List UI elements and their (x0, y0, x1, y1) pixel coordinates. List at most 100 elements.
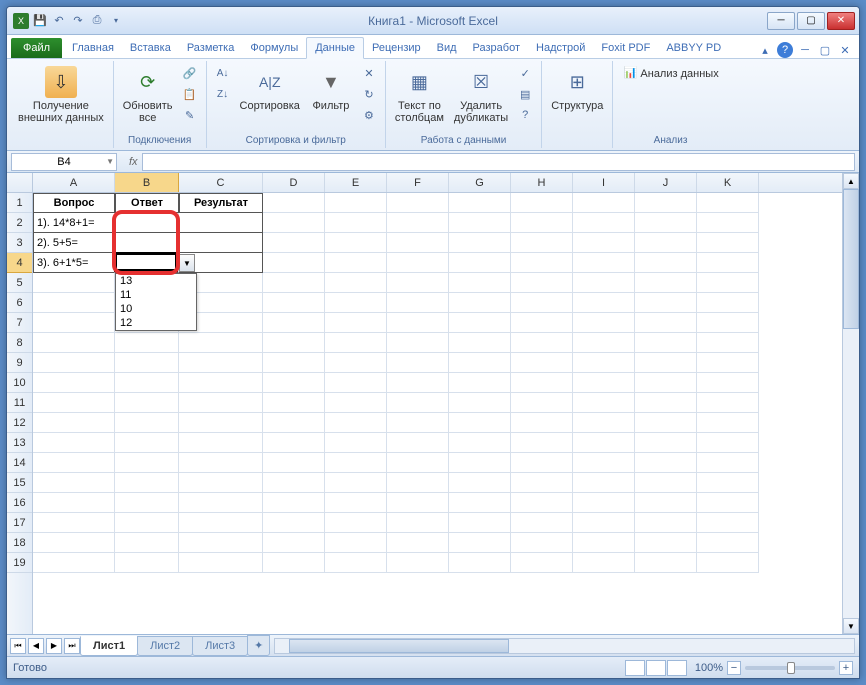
cell-I13[interactable] (573, 433, 635, 453)
zoom-level[interactable]: 100% (695, 662, 723, 674)
cell-I19[interactable] (573, 553, 635, 573)
cell-D9[interactable] (263, 353, 325, 373)
cell-G4[interactable] (449, 253, 511, 273)
row-header-14[interactable]: 14 (7, 453, 32, 473)
get-external-data-button[interactable]: ⇩ Получение внешних данных (15, 63, 107, 127)
sort-desc-icon[interactable]: Z↓ (213, 84, 233, 104)
scroll-up-icon[interactable]: ▲ (843, 173, 859, 189)
data-analysis-button[interactable]: 📊 Анализ данных (619, 63, 721, 85)
clear-filter-icon[interactable]: ✕ (359, 63, 379, 83)
cell-C10[interactable] (179, 373, 263, 393)
sheet-tab-1[interactable]: Лист1 (80, 636, 138, 656)
cell-G7[interactable] (449, 313, 511, 333)
row-header-16[interactable]: 16 (7, 493, 32, 513)
cell-H19[interactable] (511, 553, 573, 573)
col-header-F[interactable]: F (387, 173, 449, 192)
cell-K8[interactable] (697, 333, 759, 353)
view-break-icon[interactable] (667, 660, 687, 676)
row-header-12[interactable]: 12 (7, 413, 32, 433)
refresh-all-button[interactable]: ⟳ Обновить все (120, 63, 176, 127)
cell-dropdown-arrow[interactable]: ▼ (179, 254, 195, 272)
cell-J12[interactable] (635, 413, 697, 433)
cell-I3[interactable] (573, 233, 635, 253)
cell-B3[interactable] (115, 233, 179, 253)
cell-H16[interactable] (511, 493, 573, 513)
sheet-next-icon[interactable]: ▶ (46, 638, 62, 654)
cell-D7[interactable] (263, 313, 325, 333)
sheet-first-icon[interactable]: ⏮ (10, 638, 26, 654)
cell-E15[interactable] (325, 473, 387, 493)
cell-J9[interactable] (635, 353, 697, 373)
cell-E7[interactable] (325, 313, 387, 333)
cell-A13[interactable] (33, 433, 115, 453)
cell-C3[interactable] (179, 233, 263, 253)
cell-E14[interactable] (325, 453, 387, 473)
cell-E13[interactable] (325, 433, 387, 453)
cell-C14[interactable] (179, 453, 263, 473)
zoom-thumb[interactable] (787, 662, 795, 674)
col-header-B[interactable]: B (115, 173, 179, 192)
formula-bar[interactable] (142, 153, 855, 171)
cell-F5[interactable] (387, 273, 449, 293)
row-header-17[interactable]: 17 (7, 513, 32, 533)
cell-J10[interactable] (635, 373, 697, 393)
cell-A10[interactable] (33, 373, 115, 393)
cell-K4[interactable] (697, 253, 759, 273)
tab-developer[interactable]: Разработ (465, 38, 528, 58)
cell-G15[interactable] (449, 473, 511, 493)
doc-minimize-icon[interactable]: ─ (797, 42, 813, 58)
properties-icon[interactable]: 📋 (180, 84, 200, 104)
cell-B11[interactable] (115, 393, 179, 413)
cell-E6[interactable] (325, 293, 387, 313)
cell-F8[interactable] (387, 333, 449, 353)
cell-F9[interactable] (387, 353, 449, 373)
cell-D1[interactable] (263, 193, 325, 213)
cell-A12[interactable] (33, 413, 115, 433)
sort-button[interactable]: A|Z Сортировка (237, 63, 303, 115)
cell-A6[interactable] (33, 293, 115, 313)
cell-F10[interactable] (387, 373, 449, 393)
cell-K5[interactable] (697, 273, 759, 293)
cell-H18[interactable] (511, 533, 573, 553)
cell-F2[interactable] (387, 213, 449, 233)
col-header-J[interactable]: J (635, 173, 697, 192)
row-header-15[interactable]: 15 (7, 473, 32, 493)
cell-K16[interactable] (697, 493, 759, 513)
cell-A11[interactable] (33, 393, 115, 413)
cell-I9[interactable] (573, 353, 635, 373)
row-header-13[interactable]: 13 (7, 433, 32, 453)
cell-A19[interactable] (33, 553, 115, 573)
cell-H10[interactable] (511, 373, 573, 393)
cell-D16[interactable] (263, 493, 325, 513)
minimize-button[interactable]: ─ (767, 12, 795, 30)
cell-C16[interactable] (179, 493, 263, 513)
cell-F16[interactable] (387, 493, 449, 513)
cell-H9[interactable] (511, 353, 573, 373)
cell-D10[interactable] (263, 373, 325, 393)
cell-C19[interactable] (179, 553, 263, 573)
row-header-1[interactable]: 1 (7, 193, 32, 213)
cell-B2[interactable] (115, 213, 179, 233)
cell-B17[interactable] (115, 513, 179, 533)
cell-I11[interactable] (573, 393, 635, 413)
cell-H13[interactable] (511, 433, 573, 453)
cell-C13[interactable] (179, 433, 263, 453)
cell-K19[interactable] (697, 553, 759, 573)
cell-D13[interactable] (263, 433, 325, 453)
cell-H2[interactable] (511, 213, 573, 233)
cell-K10[interactable] (697, 373, 759, 393)
cell-G17[interactable] (449, 513, 511, 533)
cell-C1[interactable]: Результат (179, 193, 263, 213)
zoom-slider[interactable] (745, 666, 835, 670)
cell-B8[interactable] (115, 333, 179, 353)
row-header-6[interactable]: 6 (7, 293, 32, 313)
cell-B16[interactable] (115, 493, 179, 513)
cell-I10[interactable] (573, 373, 635, 393)
cell-K13[interactable] (697, 433, 759, 453)
tab-data[interactable]: Данные (306, 37, 364, 59)
cell-B10[interactable] (115, 373, 179, 393)
cell-G6[interactable] (449, 293, 511, 313)
row-header-7[interactable]: 7 (7, 313, 32, 333)
view-normal-icon[interactable] (625, 660, 645, 676)
cell-J5[interactable] (635, 273, 697, 293)
